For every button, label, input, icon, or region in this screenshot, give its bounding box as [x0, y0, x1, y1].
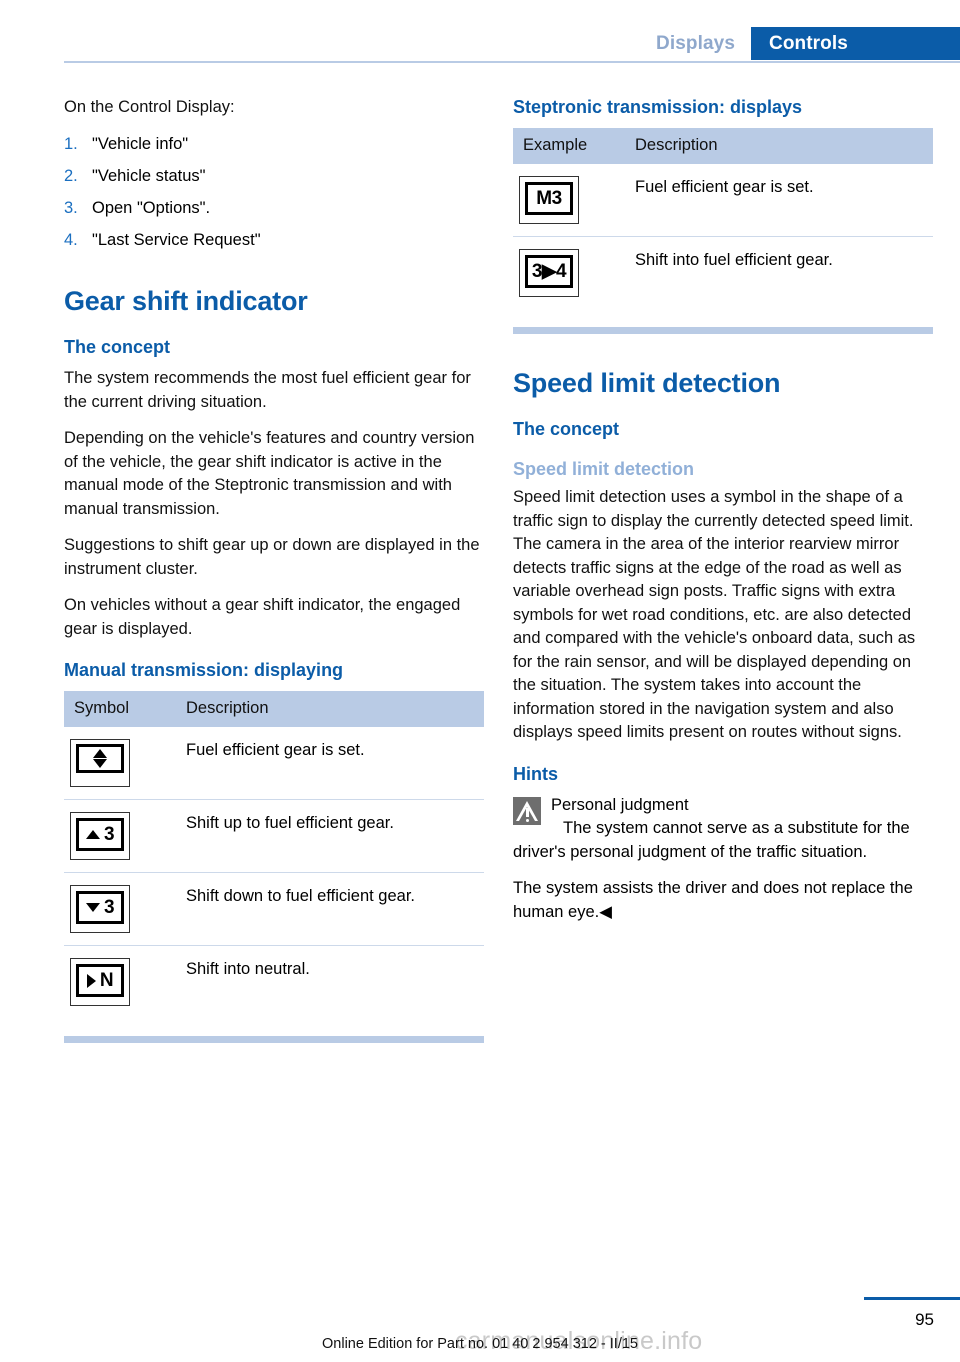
speed-limit-paragraph: Speed limit detection uses a symbol in t…: [513, 488, 916, 741]
section-end-bar: [513, 327, 933, 334]
section-heading-manual-transmission: Manual transmission: displaying: [64, 660, 344, 680]
table-row: 3▶4 Shift into fuel efficient gear.: [513, 236, 933, 309]
arrow-up-gear-icon: 3: [70, 812, 130, 860]
symbol-cell: M3: [513, 164, 625, 237]
description-cell: Fuel efficient gear is set.: [186, 741, 365, 759]
hint-block: Personal judgment The system cannot serv…: [513, 794, 933, 865]
list-item: 4. "Last Service Request": [64, 229, 484, 253]
gear-m3-icon: M3: [519, 176, 579, 224]
gear-number: 3: [103, 824, 115, 845]
concept-paragraph-3: Suggestions to shift gear up or down are…: [64, 536, 480, 578]
description-cell: Shift into fuel efficient gear.: [625, 236, 933, 309]
page-number-rule: [864, 1297, 960, 1300]
list-item: 3. Open "Options".: [64, 197, 484, 221]
chapter-title-speed-limit: Speed limit detection: [513, 368, 781, 398]
page-number: 95: [915, 1310, 934, 1329]
right-column: Steptronic transmission: displays Exampl…: [513, 96, 933, 937]
hint-title: Personal judgment: [551, 795, 689, 814]
steps-list: 1. "Vehicle info" 2. "Vehicle status" 3.…: [64, 133, 484, 253]
tab-controls[interactable]: Controls: [751, 27, 960, 60]
description-cell: Shift into neutral.: [176, 945, 484, 1018]
symbol-cell: 3: [64, 799, 176, 873]
concept-paragraph-1: The system recommends the most fuel effi…: [64, 369, 471, 411]
list-item: 2. "Vehicle status": [64, 165, 484, 189]
table-row: Fuel efficient gear is set.: [64, 727, 484, 800]
step-number: 1.: [64, 134, 78, 153]
table-row: 3 Shift down to fuel efficient gear.: [64, 872, 484, 946]
edition-note: Online Edition for Part no. 01 40 2 954 …: [322, 1336, 638, 1352]
column-header-example: Example: [513, 128, 625, 164]
gear-m3-text: M3: [525, 182, 573, 215]
steptronic-table: Example Description M3 Fuel efficient ge…: [513, 128, 933, 309]
arrow-down-gear-icon: 3: [70, 885, 130, 933]
section-heading-hints: Hints: [513, 763, 558, 784]
hint-paragraph-1: The system cannot serve as a substitute …: [513, 819, 910, 861]
symbol-cell: [64, 727, 176, 800]
concept-paragraph-4: On vehicles without a gear shift indicat…: [64, 596, 461, 638]
concept-paragraph-2: Depending on the vehicle's features and …: [64, 429, 475, 518]
tab-displays[interactable]: Displays: [656, 27, 751, 60]
section-heading-the-concept: The concept: [64, 337, 171, 357]
section-heading-the-concept: The concept: [513, 419, 620, 439]
symbol-cell: 3▶4: [513, 236, 625, 309]
description-cell: Fuel efficient gear is set.: [635, 178, 814, 196]
left-column: On the Control Display: 1. "Vehicle info…: [64, 96, 484, 1043]
header-divider: [64, 61, 960, 63]
subsection-heading-speed-limit-detection: Speed limit detection: [513, 459, 695, 479]
table-header-row: Symbol Description: [64, 691, 484, 727]
table-row: M3 Fuel efficient gear is set.: [513, 164, 933, 237]
header-tabs: Displays Controls: [656, 27, 960, 60]
step-label: "Vehicle info": [92, 134, 189, 153]
description-cell: Shift down to fuel efficient gear.: [176, 872, 484, 946]
table-header-row: Example Description: [513, 128, 933, 164]
step-number: 2.: [64, 166, 78, 185]
list-item: 1. "Vehicle info": [64, 133, 484, 157]
arrow-right-neutral-icon: N: [70, 958, 130, 1006]
step-label: "Vehicle status": [92, 166, 206, 185]
warning-triangle-icon: [513, 796, 541, 825]
table-row: 3 Shift up to fuel efficient gear.: [64, 799, 484, 873]
step-number: 4.: [64, 230, 78, 249]
gear-3-to-4-icon: 3▶4: [519, 249, 579, 297]
gear-3-to-4-text: 3▶4: [525, 255, 573, 288]
step-number: 3.: [64, 198, 78, 217]
intro-text: On the Control Display:: [64, 98, 235, 116]
step-label: "Last Service Request": [92, 230, 261, 249]
up-down-arrows-icon: [70, 739, 130, 787]
step-label: Open "Options".: [92, 198, 211, 217]
column-header-symbol: Symbol: [64, 691, 176, 727]
symbol-cell: N: [64, 945, 176, 1018]
table-row: N Shift into neutral.: [64, 945, 484, 1018]
section-heading-steptronic: Steptronic transmission: displays: [513, 97, 803, 117]
column-header-description: Description: [176, 691, 484, 727]
gear-number: 3: [103, 897, 115, 918]
symbol-cell: 3: [64, 872, 176, 946]
section-end-bar: [64, 1036, 484, 1043]
chapter-title-gear-shift: Gear shift indicator: [64, 286, 308, 316]
gear-letter: N: [99, 970, 114, 991]
manual-transmission-table: Symbol Description Fuel efficient gear i…: [64, 691, 484, 1018]
description-cell: Shift up to fuel efficient gear.: [176, 799, 484, 873]
page-header: Displays Controls: [0, 0, 960, 63]
hint-paragraph-2: The system assists the driver and does n…: [513, 879, 913, 921]
column-header-description: Description: [625, 128, 933, 164]
